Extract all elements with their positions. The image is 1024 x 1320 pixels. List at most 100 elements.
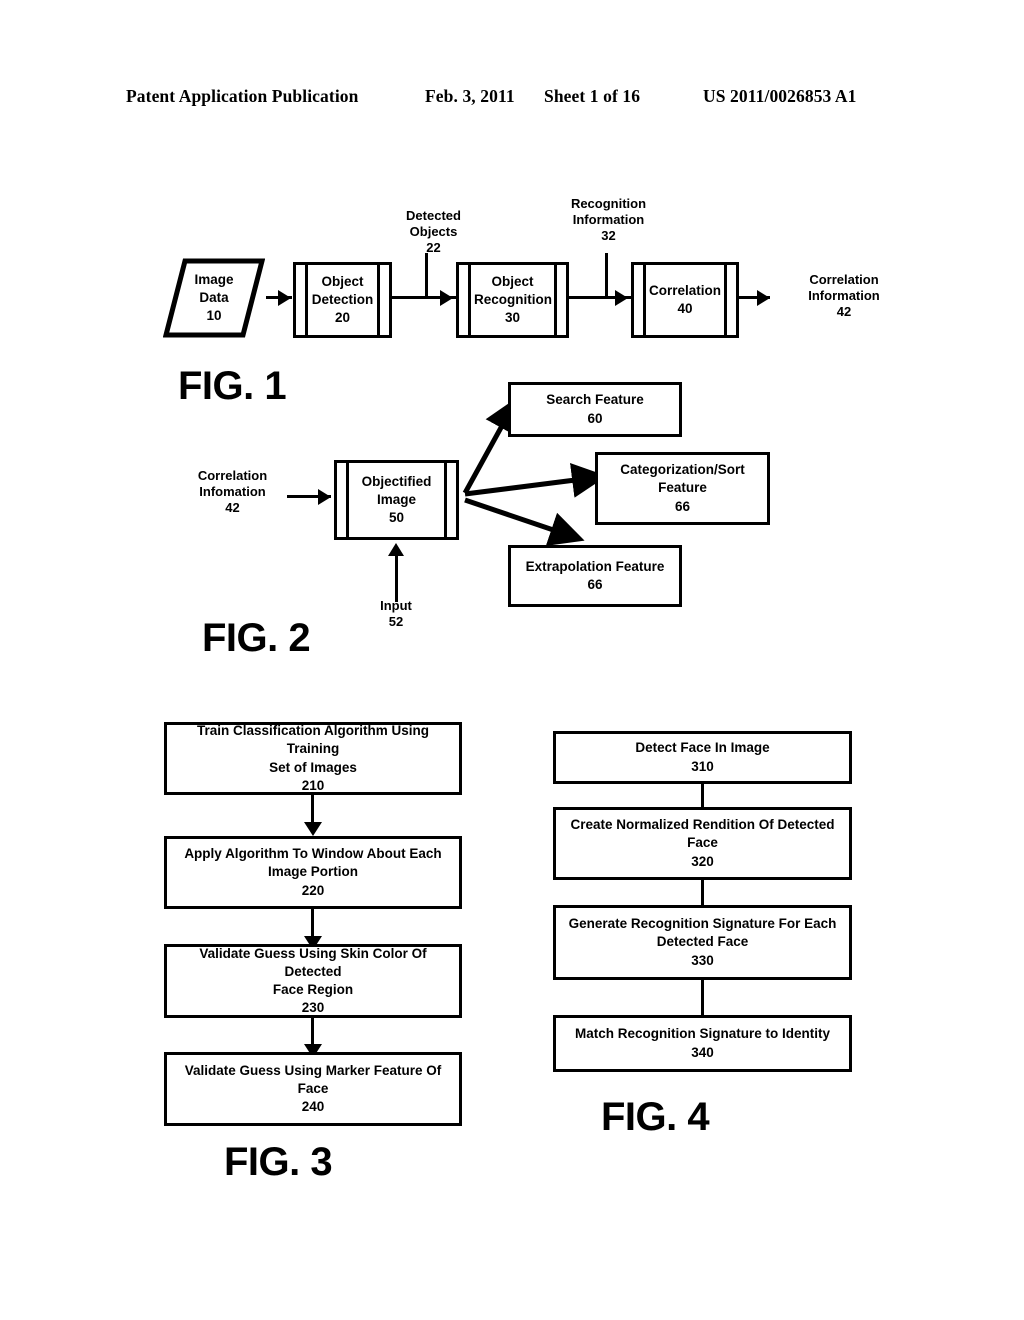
callout-detected-objects-leader (425, 253, 428, 299)
node-image-data-label: Image Data (194, 272, 234, 306)
arrow-recognition-to-correlation-head (615, 290, 628, 306)
callout-fig2-correlation-information-label: Correlation Infomation (197, 468, 268, 499)
figure-3-step-3-text: Validate Guess Using Skin Color Of Detec… (167, 945, 459, 1018)
node-objectified-image-label: Objectified Image (361, 474, 432, 508)
node-correlation-ref: 40 (677, 301, 693, 316)
figure-3-step-3: Validate Guess Using Skin Color Of Detec… (164, 944, 462, 1018)
node-objectified-image: Objectified Image 50 (334, 460, 459, 540)
arrow-image-to-detection-head (278, 290, 291, 306)
figure-3-connector-1-head (304, 822, 322, 836)
figure-3-step-2: Apply Algorithm To Window About Each Imag… (164, 836, 462, 909)
figure-3-step-4-label: Validate Guess Using Marker Feature Of Fa… (184, 1062, 442, 1096)
figure-4-step-1-ref: 310 (691, 758, 714, 774)
node-object-detection-ref: 20 (334, 309, 351, 325)
node-object-detection-label: Object Detection (311, 274, 374, 308)
node-correlation: Correlation 40 (631, 262, 739, 338)
node-object-detection: Object Detection 20 (293, 262, 392, 338)
node-extrapolation-feature-label: Extrapolation Feature (525, 558, 665, 574)
arrow-correlation-to-objectified-head (318, 489, 331, 505)
figure-4-step-1-label: Detect Face In Image (635, 740, 770, 756)
callout-recognition-information-ref: 32 (601, 227, 616, 243)
header-date: Feb. 3, 2011 (425, 86, 515, 106)
figure-3-caption: FIG. 3 (224, 1140, 333, 1184)
arrow-detection-to-recognition-head (440, 290, 453, 306)
figure-3-step-1-label: Train Classification Algorithm Using Tra… (196, 723, 430, 775)
figure-3-step-3-ref: 230 (301, 1000, 325, 1016)
arrow-correlation-out-head (757, 290, 770, 306)
patent-drawing-page: Patent Application Publication Feb. 3, 2… (0, 0, 1024, 1320)
figure-3-step-4-ref: 240 (301, 1099, 325, 1115)
callout-input: Input 52 (352, 598, 440, 630)
callout-input-ref: 52 (388, 613, 404, 629)
figure-3-step-2-label: Apply Algorithm To Window About Each Imag… (184, 846, 442, 880)
figure-3-step-2-text: Apply Algorithm To Window About Each Imag… (179, 845, 446, 900)
figure-1-caption: FIG. 1 (178, 364, 287, 408)
node-objectified-image-text: Objectified Image 50 (352, 473, 441, 527)
callout-fig2-correlation-information-ref: 42 (225, 499, 240, 515)
node-categorization-sort-feature-ref: 66 (674, 498, 690, 514)
header-sheet-number: Sheet 1 of 16 (544, 86, 641, 106)
arrow-input-line (395, 556, 398, 602)
node-object-detection-text: Object Detection 20 (311, 273, 374, 327)
figure-4-connector-3 (701, 980, 704, 1015)
header-publication-number: US 2011/0026853 A1 (703, 86, 857, 106)
node-correlation-text: Correlation 40 (649, 282, 721, 318)
callout-correlation-information-ref: 42 (836, 303, 852, 319)
figure-4-step-1-text: Detect Face In Image 310 (630, 739, 774, 775)
arrow-input-head (388, 543, 404, 556)
node-search-feature-text: Search Feature 60 (541, 391, 649, 427)
node-search-feature: Search Feature 60 (508, 382, 682, 437)
figure-4-step-3-text: Generate Recognition Signature For Each D… (564, 915, 842, 970)
node-correlation-label: Correlation (649, 283, 722, 299)
callout-input-label: Input (380, 598, 412, 613)
figure-4-step-3-label: Generate Recognition Signature For Each D… (568, 916, 837, 950)
figure-4-step-2: Create Normalized Rendition Of Detected F… (553, 807, 852, 880)
callout-detected-objects-ref: 22 (426, 239, 441, 255)
figure-4-step-4-label: Match Recognition Signature to Identity (574, 1026, 830, 1042)
figure-3-step-3-label: Validate Guess Using Skin Color Of Detec… (199, 945, 427, 997)
node-extrapolation-feature-text: Extrapolation Feature 66 (521, 558, 670, 594)
figure-4-caption: FIG. 4 (601, 1095, 710, 1139)
figure-3-step-1-text: Train Classification Algorithm Using Tra… (167, 722, 459, 795)
figure-4-step-2-text: Create Normalized Rendition Of Detected F… (565, 816, 839, 871)
figure-3-step-2-ref: 220 (301, 882, 325, 898)
node-image-data-ref: 10 (206, 307, 222, 323)
node-image-data: Image Data 10 (163, 258, 265, 338)
figure-4-step-4-text: Match Recognition Signature to Identity … (570, 1025, 835, 1061)
node-image-data-text: Image Data 10 (163, 271, 265, 325)
figure-4-step-1: Detect Face In Image 310 (553, 731, 852, 784)
node-categorization-sort-feature-text: Categorization/Sort Feature 66 (615, 461, 750, 516)
node-object-recognition-text: Object Recognition 30 (474, 273, 552, 327)
figure-3-step-4: Validate Guess Using Marker Feature Of Fa… (164, 1052, 462, 1126)
figure-4-step-3-ref: 330 (691, 952, 714, 968)
callout-correlation-information: Correlation Information 42 (770, 272, 918, 320)
callout-fig2-correlation-information: Correlation Infomation 42 (180, 468, 285, 516)
figure-4-connector-2 (701, 880, 704, 905)
figure-3-step-1: Train Classification Algorithm Using Tra… (164, 722, 462, 795)
callout-correlation-information-label: Correlation Information (808, 272, 880, 303)
callout-recognition-information-leader (605, 253, 608, 299)
node-categorization-sort-feature-label: Categorization/Sort Feature (620, 462, 745, 496)
node-categorization-sort-feature: Categorization/Sort Feature 66 (595, 452, 770, 525)
callout-detected-objects-label: Detected Objects (406, 208, 461, 239)
node-search-feature-ref: 60 (587, 410, 603, 426)
callout-recognition-information-label: Recognition Information (570, 196, 647, 227)
callout-recognition-information: Recognition Information 32 (537, 196, 680, 244)
node-search-feature-label: Search Feature (546, 392, 644, 408)
node-object-recognition: Object Recognition 30 (456, 262, 569, 338)
node-object-recognition-ref: 30 (504, 309, 521, 325)
figure-4-step-4-ref: 340 (691, 1044, 714, 1060)
figure-3-step-4-text: Validate Guess Using Marker Feature Of Fa… (180, 1062, 447, 1117)
figure-4-step-2-label: Create Normalized Rendition Of Detected F… (570, 817, 835, 851)
page-header: Patent Application Publication Feb. 3, 2… (0, 86, 1024, 112)
figure-4-step-4: Match Recognition Signature to Identity … (553, 1015, 852, 1072)
callout-detected-objects: Detected Objects 22 (366, 208, 501, 256)
node-extrapolation-feature-ref: 66 (587, 577, 603, 592)
figure-4-connector-1 (701, 784, 704, 807)
figure-3-step-1-ref: 210 (301, 777, 325, 793)
node-objectified-image-ref: 50 (388, 509, 405, 525)
header-title: Patent Application Publication (126, 86, 359, 106)
node-object-recognition-label: Object Recognition (474, 274, 552, 308)
figure-4-step-2-ref: 320 (691, 853, 714, 869)
node-extrapolation-feature: Extrapolation Feature 66 (508, 545, 682, 607)
